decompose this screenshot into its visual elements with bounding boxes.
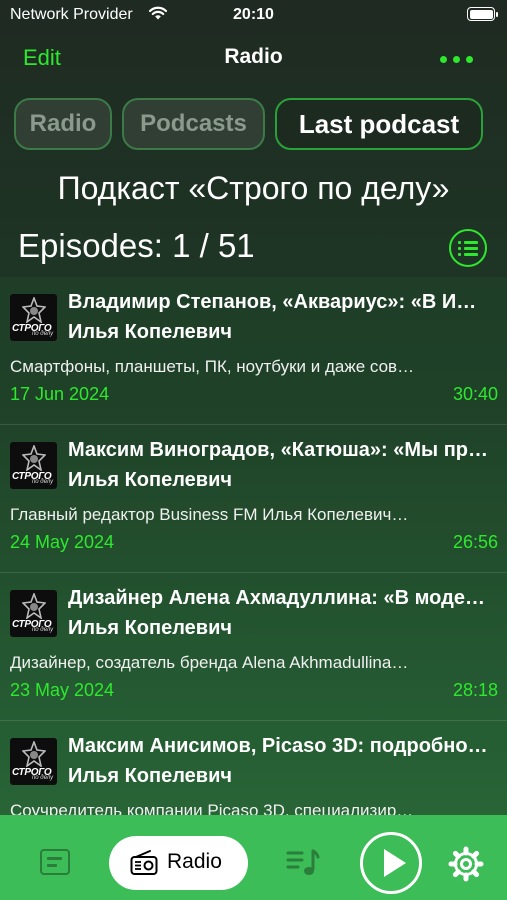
gear-icon[interactable] [448,846,484,882]
episode-date: 17 Jun 2024 [10,384,110,404]
list-icon[interactable] [449,229,487,267]
tab-bar: Radio [0,815,507,900]
episode-description: Соучредитель компании Picaso 3D, специал… [10,801,414,815]
episode-title: Дизайнер Алена Ахмадуллина: «В моде важн… [68,587,488,609]
episode-author: Илья Копелевич [68,617,232,639]
episode-author: Илья Копелевич [68,321,232,343]
radio-icon [130,850,158,875]
episode-description: Главный редактор Business FM Илья Копеле… [10,505,409,524]
episode-date: 24 May 2024 [10,532,115,552]
podcast-thumbnail: СТРОГО по делу [10,590,57,637]
tab-radio-segment[interactable]: Radio [14,98,112,150]
music-icon[interactable] [286,847,320,877]
episode-date: 23 May 2024 [10,680,115,700]
podcast-thumbnail: СТРОГО по делу [10,738,57,785]
segment-tabs: Radio Podcasts Last podcast [14,98,483,150]
play-icon[interactable] [360,832,422,894]
podcast-thumbnail: СТРОГО по делу [10,442,57,489]
episode-duration: 26:56 [452,532,498,552]
episode-description: Смартфоны, планшеты, ПК, ноутбуки и даже… [10,357,415,376]
nav-title: Radio [224,45,283,68]
navigation-bar: Edit Radio [0,40,507,76]
podcast-thumbnail: СТРОГО по делу [10,294,57,341]
status-bar: Network Provider 20:10 [0,0,507,32]
episode-title: Владимир Степанов, «Аквариус»: «В ИТ над… [68,291,488,313]
episode-title: Максим Виноградов, «Катюша»: «Мы произво… [68,439,488,461]
episode-duration: 30:40 [452,384,498,404]
episode-duration: 28:18 [452,680,498,700]
tab-last-podcast[interactable]: Last podcast [275,98,483,150]
news-icon[interactable] [40,849,70,875]
episode-list[interactable]: СТРОГО по делу Владимир Степанов, «Аквар… [0,277,507,815]
more-icon[interactable] [440,56,473,63]
battery-icon [467,7,498,21]
episode-item[interactable]: СТРОГО по делу Максим Анисимов, Picaso 3… [0,721,507,815]
radio-tab-button[interactable]: Radio [109,836,248,890]
clock: 20:10 [233,6,274,23]
tab-podcasts[interactable]: Podcasts [122,98,265,150]
episodes-counter: Episodes: 1 / 51 [18,227,255,264]
episode-item[interactable]: СТРОГО по делу Дизайнер Алена Ахмадуллин… [0,573,507,721]
episode-item[interactable]: СТРОГО по делу Максим Виноградов, «Катюш… [0,425,507,573]
episode-title: Максим Анисимов, Picaso 3D: подробно о 3… [68,735,488,757]
episode-description: Дизайнер, создатель бренда Alena Akhmadu… [10,653,409,672]
episode-author: Илья Копелевич [68,765,232,787]
episode-author: Илья Копелевич [68,469,232,491]
radio-tab-label: Radio [167,850,222,873]
podcast-title: Подкаст «Строго по делу» [57,170,450,206]
episode-item[interactable]: СТРОГО по делу Владимир Степанов, «Аквар… [0,277,507,425]
